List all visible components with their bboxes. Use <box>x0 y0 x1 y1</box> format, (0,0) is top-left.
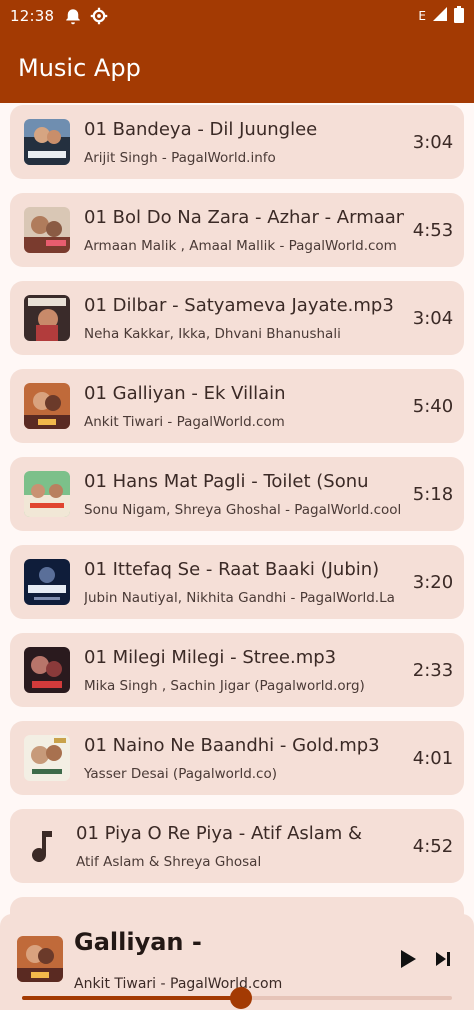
status-bar: 12:38 E <box>0 0 474 32</box>
album-art <box>24 559 70 605</box>
song-item[interactable]: 01 Milegi Milegi - Stree.mp3 Mika Singh … <box>10 633 464 707</box>
song-duration: 3:04 <box>412 307 454 329</box>
song-title: 01 Piya O Re Piya - Atif Aslam & <box>76 823 363 844</box>
now-playing-title: Galliyan - <box>74 928 202 956</box>
song-duration: 4:53 <box>412 219 454 241</box>
song-artist: Yasser Desai (Pagalworld.co) <box>84 766 278 782</box>
song-title: 01 Milegi Milegi - Stree.mp3 <box>84 647 337 668</box>
app-bar: Music App <box>0 32 474 103</box>
album-art <box>24 735 70 781</box>
song-duration: 4:01 <box>412 747 454 769</box>
now-playing-bar[interactable]: Galliyan - Ankit Tiwari - PagalWorld.com <box>0 914 474 1010</box>
song-artist: Jubin Nautiyal, Nikhita Gandhi - PagalWo… <box>84 590 395 606</box>
song-title: 01 Galliyan - Ek Villain <box>84 383 286 404</box>
song-item[interactable]: 01 Hans Mat Pagli - Toilet (Sonu Sonu Ni… <box>10 457 464 531</box>
song-title: 01 Hans Mat Pagli - Toilet (Sonu <box>84 471 369 492</box>
song-duration: 5:40 <box>412 395 454 417</box>
song-list[interactable]: 01 Bandeya - Dil Juunglee Arijit Singh -… <box>0 103 474 915</box>
progress-fill <box>22 996 242 1000</box>
status-time: 12:38 <box>10 7 55 25</box>
song-title: 01 Ittefaq Se - Raat Baaki (Jubin) <box>84 559 380 580</box>
album-art <box>24 295 70 341</box>
app-title: Music App <box>18 53 141 82</box>
play-button[interactable] <box>395 946 421 972</box>
song-duration: 5:18 <box>412 483 454 505</box>
song-artist: Armaan Malik , Amaal Mallik - PagalWorld… <box>84 238 397 254</box>
progress-thumb[interactable] <box>230 987 253 1009</box>
network-type: E <box>418 9 426 23</box>
play-icon <box>401 950 416 968</box>
song-title: 01 Bol Do Na Zara - Azhar - Armaan <box>84 207 404 228</box>
song-artist: Mika Singh , Sachin Jigar (Pagalworld.or… <box>84 678 365 694</box>
album-art <box>24 207 70 253</box>
song-duration: 3:20 <box>412 571 454 593</box>
signal-icon <box>432 6 448 26</box>
song-artist: Sonu Nigam, Shreya Ghoshal - PagalWorld.… <box>84 502 402 518</box>
song-duration: 3:04 <box>412 131 454 153</box>
song-title: 01 Bandeya - Dil Juunglee <box>84 119 318 140</box>
song-title: 01 Dilbar - Satyameva Jayate.mp3 <box>84 295 394 316</box>
song-duration: 2:33 <box>412 659 454 681</box>
song-artist: Arijit Singh - PagalWorld.info <box>84 150 276 166</box>
song-artist: Neha Kakkar, Ikka, Dhvani Bhanushali <box>84 326 341 342</box>
song-item[interactable]: 01 Bol Do Na Zara - Azhar - Armaan Armaa… <box>10 193 464 267</box>
battery-icon <box>454 5 464 27</box>
song-duration: 4:52 <box>412 835 454 857</box>
music-note-icon <box>18 823 64 869</box>
song-item[interactable]: 01 Piya O Re Piya - Atif Aslam & Atif As… <box>10 809 464 883</box>
album-art <box>24 119 70 165</box>
now-playing-artist: Ankit Tiwari - PagalWorld.com <box>74 976 283 992</box>
now-playing-album-art <box>17 936 63 982</box>
song-item[interactable]: 01 Naino Ne Baandhi - Gold.mp3 Yasser De… <box>10 721 464 795</box>
skip-next-icon <box>436 952 450 966</box>
song-item[interactable]: 01 Bandeya - Dil Juunglee Arijit Singh -… <box>10 105 464 179</box>
album-art <box>24 471 70 517</box>
song-item-partial[interactable] <box>10 897 464 915</box>
album-art <box>24 647 70 693</box>
settings-gear-icon <box>90 7 108 25</box>
song-item[interactable]: 01 Dilbar - Satyameva Jayate.mp3 Neha Ka… <box>10 281 464 355</box>
skip-next-button[interactable] <box>430 946 456 972</box>
song-title: 01 Naino Ne Baandhi - Gold.mp3 <box>84 735 380 756</box>
progress-slider[interactable] <box>22 987 452 1009</box>
song-item[interactable]: 01 Ittefaq Se - Raat Baaki (Jubin) Jubin… <box>10 545 464 619</box>
song-artist: Ankit Tiwari - PagalWorld.com <box>84 414 285 430</box>
song-artist: Atif Aslam & Shreya Ghosal <box>76 854 262 870</box>
album-art <box>24 383 70 429</box>
song-item[interactable]: 01 Galliyan - Ek Villain Ankit Tiwari - … <box>10 369 464 443</box>
alarm-icon <box>64 7 82 25</box>
